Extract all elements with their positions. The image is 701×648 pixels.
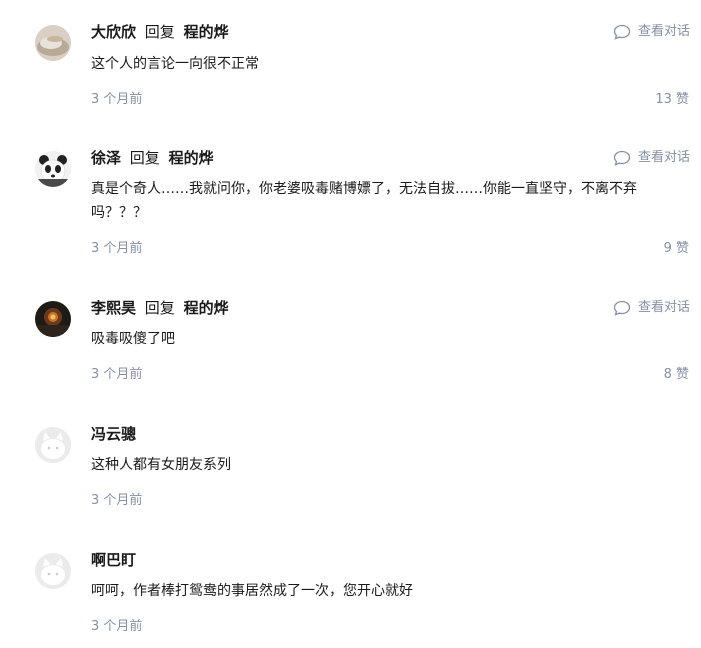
sunset-avatar-icon bbox=[35, 301, 71, 337]
comment-content: 这种人都有女朋友系列 bbox=[91, 457, 231, 473]
view-conversation-label: 查看对话 bbox=[637, 300, 690, 315]
reply-target-name[interactable]: 程的烨 bbox=[184, 23, 229, 41]
photo-avatar-icon bbox=[35, 25, 71, 61]
comment-time: 3 个月前 bbox=[91, 619, 143, 634]
default-avatar-icon bbox=[35, 553, 71, 589]
comment-content: 吸毒吸傻了吧 bbox=[91, 331, 175, 347]
avatar[interactable] bbox=[35, 25, 71, 61]
comment-content: 呵呵，作者棒打鸳鸯的事居然成了一次，您开心就好 bbox=[91, 583, 413, 599]
comment-time: 3 个月前 bbox=[91, 92, 143, 107]
view-conversation-label: 查看对话 bbox=[637, 24, 690, 39]
comment-time: 3 个月前 bbox=[91, 367, 143, 382]
reply-label: 回复 bbox=[144, 23, 175, 41]
chat-bubble-icon bbox=[613, 300, 631, 316]
reply-label: 回复 bbox=[144, 299, 175, 317]
avatar[interactable] bbox=[35, 427, 71, 463]
view-conversation-button[interactable]: 查看对话 bbox=[613, 299, 690, 317]
comment-header: 李熙昊 回复 程的烨 bbox=[91, 297, 229, 319]
view-conversation-button[interactable]: 查看对话 bbox=[613, 149, 690, 167]
avatar[interactable] bbox=[35, 301, 71, 337]
avatar[interactable] bbox=[35, 553, 71, 589]
avatar[interactable] bbox=[35, 151, 71, 187]
author-name[interactable]: 啊巴盯 bbox=[91, 551, 136, 569]
comment-content: 这个人的言论一向很不正常 bbox=[91, 56, 259, 72]
comment-content: 真是个奇人……我就问你，你老婆吸毒赌博嫖了，无法自拔……你能一直坚守，不离不弃吗… bbox=[91, 181, 637, 221]
reply-target-name[interactable]: 程的烨 bbox=[169, 149, 214, 167]
reply-target-name[interactable]: 程的烨 bbox=[184, 299, 229, 317]
comment-time: 3 个月前 bbox=[91, 241, 143, 256]
comment-header: 徐泽 回复 程的烨 bbox=[91, 147, 214, 169]
author-name[interactable]: 李熙昊 bbox=[91, 299, 136, 317]
chat-bubble-icon bbox=[613, 24, 631, 40]
like-count[interactable]: 9 赞 bbox=[664, 241, 689, 257]
comment-header: 啊巴盯 bbox=[91, 549, 136, 571]
comment-header: 大欣欣 回复 程的烨 bbox=[91, 21, 229, 43]
view-conversation-button[interactable]: 查看对话 bbox=[613, 23, 690, 41]
panda-avatar-icon bbox=[35, 151, 71, 187]
reply-label: 回复 bbox=[129, 149, 160, 167]
view-conversation-label: 查看对话 bbox=[637, 150, 690, 165]
author-name[interactable]: 徐泽 bbox=[91, 149, 121, 167]
comment-time: 3 个月前 bbox=[91, 493, 143, 508]
comment-header: 冯云骢 bbox=[91, 423, 136, 445]
author-name[interactable]: 大欣欣 bbox=[91, 23, 136, 41]
like-count[interactable]: 8 赞 bbox=[664, 367, 689, 383]
chat-bubble-icon bbox=[613, 150, 631, 166]
default-avatar-icon bbox=[35, 427, 71, 463]
like-count[interactable]: 13 赞 bbox=[655, 92, 689, 108]
author-name[interactable]: 冯云骢 bbox=[91, 425, 136, 443]
